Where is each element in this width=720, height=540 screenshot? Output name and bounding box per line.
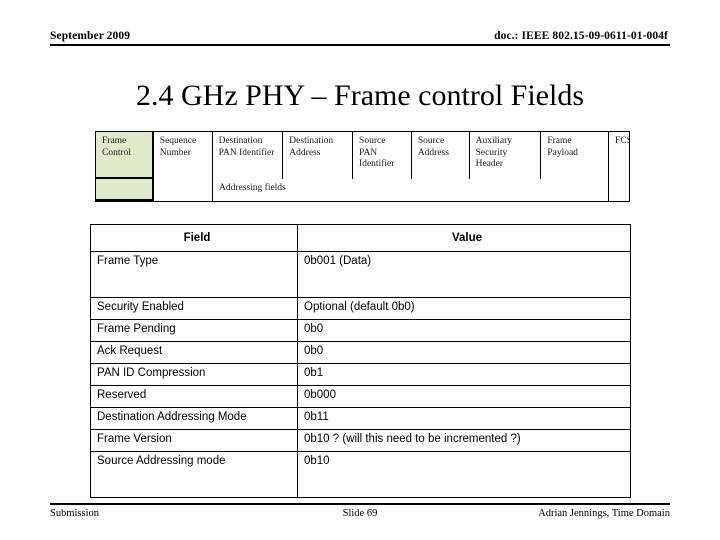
frame-group-spacer-sequence-number [154,179,213,201]
cell-field: Frame Type [90,251,298,298]
table-row: Source Addressing mode 0b10 [90,451,631,498]
cell-field: Destination Addressing Mode [90,407,298,430]
cell-value: 0b0 [297,341,631,364]
frame-control-fields-table: Field Value Frame Type 0b001 (Data) Secu… [90,224,631,498]
page-title: 2.4 GHz PHY – Frame control Fields [135,79,584,112]
frame-cell-frame-payload: Frame Payload [541,132,610,179]
cell-value: 0b10 [297,451,631,498]
slide-footer-row: Submission Slide 69 Adrian Jennings, Tim… [50,508,670,519]
footer-slide-number: Slide 69 [342,508,378,519]
frame-diagram-group-row: Addressing fields [96,179,629,201]
cell-value: Optional (default 0b0) [297,297,631,320]
table-row: Frame Version 0b10 ? (will this need to … [90,429,631,452]
header-doc-id: doc.: IEEE 802.15-09-0611-01-004f [494,30,668,42]
cell-value: 0b11 [297,407,631,430]
frame-cell-sequence-number: Sequence Number [154,132,213,179]
cell-field: Frame Pending [90,319,298,342]
frame-format-diagram: Frame Control Sequence Number Destinatio… [95,131,630,202]
footer-rule [50,503,670,505]
frame-cell-destination-pan-identifier: Destination PAN Identifier [213,132,284,179]
frame-group-label-addressing-fields: Addressing fields [213,179,609,201]
slide-footer: Submission Slide 69 Adrian Jennings, Tim… [50,503,670,519]
footer-author: Adrian Jennings, Time Domain [538,508,670,519]
slide-header-row: September 2009 doc.: IEEE 802.15-09-0611… [50,30,670,42]
frame-cell-source-address: Source Address [412,132,470,179]
table-row: PAN ID Compression 0b1 [90,363,631,386]
cell-value: 0b1 [297,363,631,386]
header-rule [50,44,670,46]
slide-header: September 2009 doc.: IEEE 802.15-09-0611… [50,30,670,50]
table-row: Frame Pending 0b0 [90,319,631,342]
footer-submission: Submission [50,508,100,519]
cell-field: Reserved [90,385,298,408]
cell-value: 0b000 [297,385,631,408]
frame-cell-auxiliary-security-header: Auxiliary Security Header [470,132,542,179]
frame-cell-source-pan-identifier: Source PAN Identifier [353,132,412,179]
frame-diagram-cells-row: Frame Control Sequence Number Destinatio… [96,132,629,179]
column-header-field: Field [90,224,298,252]
cell-field: Source Addressing mode [90,451,298,498]
cell-field: Frame Version [90,429,298,452]
header-date: September 2009 [50,30,131,42]
cell-value: 0b10 ? (will this need to be incremented… [297,429,631,452]
cell-field: Security Enabled [90,297,298,320]
frame-cell-fcs: FCS [615,136,629,146]
frame-group-spacer-fcs [609,179,629,201]
table-row: Destination Addressing Mode 0b11 [90,407,631,430]
cell-field: Ack Request [90,341,298,364]
table-header-row: Field Value [90,224,631,252]
frame-cell-frame-control: Frame Control [96,132,154,179]
table-row: Reserved 0b000 [90,385,631,408]
table-row: Security Enabled Optional (default 0b0) [90,297,631,320]
cell-field: PAN ID Compression [90,363,298,386]
table-row: Ack Request 0b0 [90,341,631,364]
cell-value: 0b001 (Data) [297,251,631,298]
frame-cell-destination-address: Destination Address [283,132,354,179]
table-row: Frame Type 0b001 (Data) [90,251,631,298]
cell-value: 0b0 [297,319,631,342]
column-header-value: Value [297,224,631,252]
frame-group-spacer-frame-control [96,179,154,201]
